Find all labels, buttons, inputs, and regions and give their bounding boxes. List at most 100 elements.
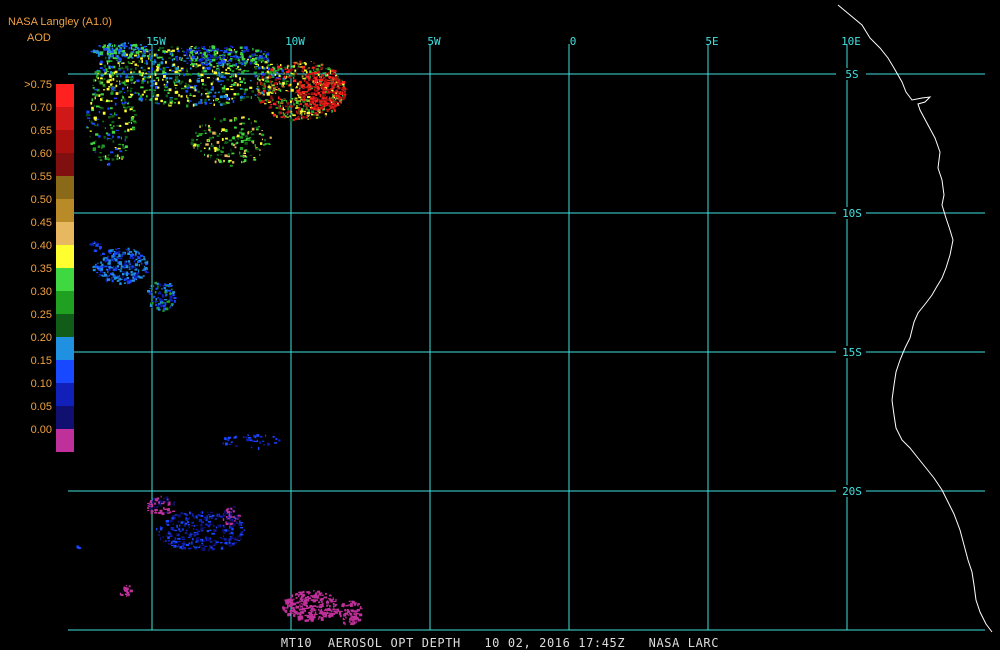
aod-pixel <box>112 78 115 81</box>
aod-pixel <box>350 622 355 626</box>
aod-pixel <box>158 531 160 533</box>
aod-pixel <box>132 120 137 123</box>
aod-pixel <box>294 97 296 101</box>
aod-pixel <box>235 521 238 524</box>
aod-pixel <box>118 44 120 46</box>
aod-pixel <box>222 66 224 68</box>
aod-pixel <box>104 265 108 268</box>
aod-pixel <box>193 528 195 530</box>
aod-pixel <box>299 60 302 64</box>
aod-pixel <box>211 548 215 551</box>
aod-pixel <box>332 602 335 605</box>
aod-pixel <box>271 67 273 70</box>
aod-pixel <box>108 252 112 254</box>
aod-pixel <box>327 598 331 600</box>
aod-pixel <box>179 524 181 527</box>
aod-pixel <box>285 77 287 79</box>
aod-pixel <box>306 107 308 111</box>
aod-pixel <box>324 94 326 96</box>
aod-pixel <box>333 109 336 112</box>
aod-pixel <box>230 148 232 152</box>
aod-pixel <box>165 72 167 75</box>
aod-pixel <box>236 134 240 138</box>
aod-pixel <box>207 524 210 527</box>
aod-pixel <box>208 514 211 516</box>
aod-pixel <box>176 47 179 50</box>
aod-pixel <box>214 71 217 75</box>
aod-pixel <box>91 109 95 112</box>
aod-pixel <box>239 136 244 139</box>
aod-pixel <box>231 527 234 531</box>
aod-pixel <box>133 279 135 282</box>
aod-pixel <box>172 294 175 297</box>
legend-swatch <box>56 360 74 383</box>
aod-pixel <box>230 441 233 443</box>
aod-pixel <box>214 98 218 102</box>
aod-pixel <box>210 540 213 543</box>
aod-pixel <box>124 271 127 274</box>
aod-pixel <box>131 256 135 260</box>
aod-pixel <box>162 536 165 538</box>
aod-pixel <box>194 63 197 65</box>
aod-pixel <box>120 136 122 140</box>
aod-pixel <box>303 110 306 113</box>
aod-pixel <box>348 612 352 615</box>
legend-swatch <box>56 268 74 291</box>
aod-pixel <box>299 94 303 97</box>
aod-pixel <box>232 136 235 140</box>
aod-pixel <box>204 88 208 91</box>
aod-pixel <box>113 277 117 280</box>
aod-pixel <box>279 89 282 92</box>
aod-pixel <box>319 598 322 602</box>
aod-pixel <box>231 79 233 82</box>
aod-pixel <box>180 59 183 61</box>
aod-pixel <box>282 104 284 107</box>
aod-pixel <box>299 600 301 603</box>
aod-pixel <box>219 65 223 67</box>
aod-pixel <box>187 521 190 524</box>
aod-pixel <box>90 102 93 105</box>
aod-pixel <box>242 97 246 100</box>
aod-pixel <box>104 56 107 60</box>
aod-pixel <box>323 104 326 108</box>
aod-pixel <box>116 124 120 127</box>
legend-label: 0.55 <box>30 171 52 183</box>
aod-pixel <box>239 155 243 157</box>
aod-pixel <box>138 70 141 74</box>
aod-pixel <box>317 618 320 620</box>
aod-pixel <box>209 529 212 531</box>
aod-pixel <box>277 96 280 100</box>
aod-pixel <box>150 512 153 514</box>
aod-pixel <box>121 144 124 146</box>
aod-pixel <box>254 435 257 439</box>
data-source-label: NASA Langley (A1.0) <box>8 16 112 28</box>
aod-pixel <box>157 292 161 295</box>
aod-pixel <box>302 78 306 80</box>
aod-pixel <box>168 57 171 59</box>
aod-pixel <box>127 56 130 59</box>
aod-pixel <box>130 62 133 65</box>
aod-pixel <box>263 56 266 60</box>
aod-pixel <box>291 98 294 100</box>
aod-pixel <box>337 76 339 79</box>
aod-pixel <box>218 61 222 65</box>
aod-pixel <box>244 135 248 138</box>
aod-pixel <box>313 97 317 99</box>
aod-pixel <box>338 98 341 101</box>
aod-pixel <box>154 291 157 294</box>
aod-pixel <box>119 51 121 55</box>
aod-pixel <box>325 89 329 91</box>
aod-pixel <box>337 104 340 106</box>
aod-pixel <box>303 98 306 101</box>
aod-pixel <box>137 50 140 52</box>
aod-pixel <box>321 592 323 594</box>
aod-pixel <box>327 90 330 94</box>
legend-swatch <box>56 406 74 429</box>
aod-pixel <box>143 255 145 258</box>
aod-pixel <box>110 151 114 154</box>
aod-pixel <box>258 65 259 68</box>
aod-pixel <box>111 130 116 134</box>
aod-pixel <box>109 274 110 277</box>
aod-pixel <box>241 58 245 61</box>
aod-pixel <box>193 545 195 548</box>
